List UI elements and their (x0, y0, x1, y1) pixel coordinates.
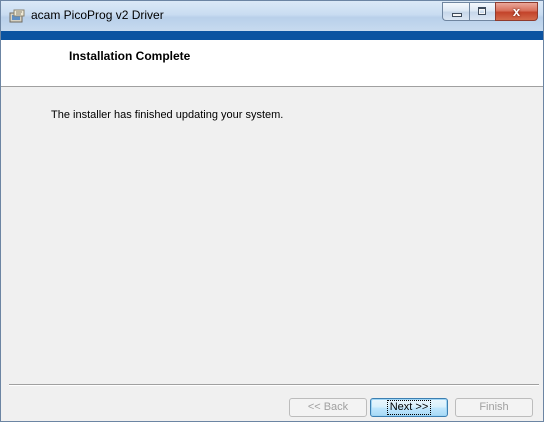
button-separator (9, 384, 539, 386)
installer-window: acam PicoProg v2 Driver x Installation C… (0, 0, 544, 422)
installer-icon (9, 9, 25, 23)
title-bar[interactable]: acam PicoProg v2 Driver x (1, 1, 543, 31)
finish-button[interactable]: Finish (455, 398, 533, 417)
minimize-button[interactable] (442, 2, 469, 21)
close-icon: x (512, 4, 521, 19)
maximize-icon (478, 7, 486, 15)
minimize-icon (452, 13, 462, 17)
page-title: Installation Complete (69, 49, 191, 63)
back-button[interactable]: << Back (289, 398, 367, 417)
close-button[interactable]: x (495, 2, 538, 21)
next-button-label: Next >> (386, 400, 432, 415)
status-message: The installer has finished updating your… (51, 109, 284, 121)
next-button[interactable]: Next >> (370, 398, 448, 417)
window-title: acam PicoProg v2 Driver (31, 8, 164, 22)
maximize-button[interactable] (469, 2, 495, 21)
header-panel: Installation Complete (1, 40, 543, 87)
caption-buttons: x (442, 2, 538, 21)
accent-bar (1, 31, 543, 40)
